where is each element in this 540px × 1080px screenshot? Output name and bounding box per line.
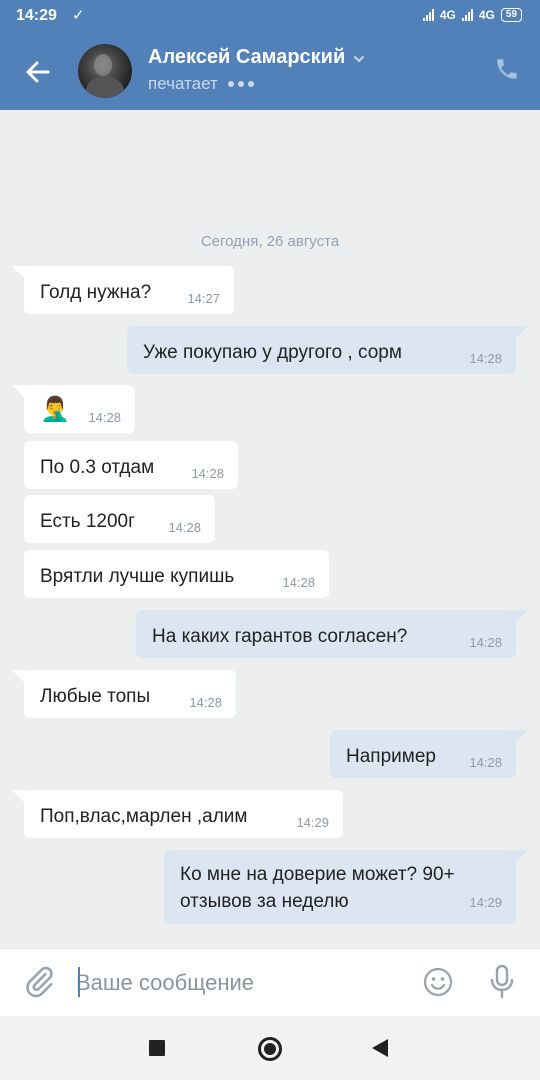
message-time: 14:29 <box>469 895 502 910</box>
avatar-silhouette-body <box>86 76 124 98</box>
message-time: 14:28 <box>469 755 502 770</box>
typing-dots-icon <box>227 81 254 87</box>
message-outgoing[interactable]: На каких гарантов согласен? 14:28 <box>136 610 528 658</box>
message-incoming[interactable]: Поп,влас,марлен ,алим 14:29 <box>12 790 343 838</box>
system-nav-bar <box>0 1016 540 1080</box>
battery-indicator: 59 <box>500 8 522 22</box>
message-time: 14:28 <box>189 695 222 710</box>
message-text: Ко мне на доверие может? 90+ отзывов за … <box>180 864 455 912</box>
status-time: 14:29 <box>16 7 57 24</box>
message-time: 14:28 <box>282 575 315 590</box>
message-incoming[interactable]: По 0.3 отдам 14:28 <box>24 441 238 489</box>
checkmark-icon: ✓ <box>72 7 85 24</box>
phone-icon[interactable] <box>494 56 520 82</box>
message-outgoing[interactable]: Например 14:28 <box>330 730 528 778</box>
paperclip-icon[interactable] <box>22 965 56 999</box>
message-incoming[interactable]: Любые топы 14:28 <box>12 670 236 718</box>
network-label-2: 4G <box>478 8 495 22</box>
system-back-button[interactable] <box>372 1039 388 1057</box>
network-label-1: 4G <box>439 8 456 22</box>
text-cursor <box>78 967 80 997</box>
message-text: На каких гарантов согласен? <box>152 626 408 647</box>
message-input[interactable] <box>76 961 396 1005</box>
message-text: Голд нужна? <box>40 282 152 303</box>
message-outgoing[interactable]: Уже покупаю у другого , сорм 14:28 <box>127 326 528 374</box>
message-text: Врятли лучше купишь <box>40 566 235 587</box>
contact-name: Алексей Самарский <box>148 46 346 68</box>
signal-icon <box>461 9 473 21</box>
message-incoming[interactable]: 🤦‍♂️ 14:28 <box>12 385 135 433</box>
status-text: печатает <box>148 74 218 93</box>
emoji-icon[interactable] <box>422 966 454 998</box>
message-text: Поп,влас,марлен ,алим <box>40 806 248 827</box>
message-time: 14:29 <box>296 815 329 830</box>
recent-apps-button[interactable] <box>149 1040 165 1056</box>
home-button[interactable] <box>258 1037 282 1061</box>
message-text: Уже покупаю у другого , сорм <box>143 342 402 363</box>
message-time: 14:28 <box>469 351 502 366</box>
message-text: По 0.3 отдам <box>40 457 155 478</box>
message-time: 14:28 <box>191 466 224 481</box>
message-time: 14:28 <box>469 635 502 650</box>
message-text: Например <box>346 746 436 767</box>
avatar-silhouette-face <box>94 54 112 76</box>
message-time: 14:27 <box>187 291 220 306</box>
message-time: 14:28 <box>168 520 201 535</box>
avatar[interactable] <box>78 44 132 98</box>
message-list[interactable]: Сегодня, 26 августа Голд нужна? 14:27 Уж… <box>0 110 540 948</box>
status-indicators: 4G 4G 59 <box>422 8 522 22</box>
message-composer <box>0 948 540 1016</box>
contact-title[interactable]: Алексей Самарский печатает <box>148 46 365 94</box>
microphone-icon[interactable] <box>488 964 516 1000</box>
message-emoji: 🤦‍♂️ <box>40 396 70 423</box>
date-separator: Сегодня, 26 августа <box>200 233 340 250</box>
status-bar: 14:29 ✓ 4G 4G 59 <box>0 0 540 34</box>
message-outgoing[interactable]: Ко мне на доверие может? 90+ отзывов за … <box>164 850 528 924</box>
message-incoming[interactable]: Есть 1200г 14:28 <box>24 495 215 543</box>
message-text: Любые топы <box>40 686 151 707</box>
message-incoming[interactable]: Голд нужна? 14:27 <box>12 266 234 314</box>
chevron-down-icon <box>354 55 365 62</box>
message-time: 14:28 <box>88 410 121 425</box>
contact-name-row: Алексей Самарский <box>148 46 365 69</box>
chat-header: Алексей Самарский печатает <box>0 34 540 110</box>
signal-icon <box>422 9 434 21</box>
back-arrow-icon[interactable] <box>22 56 54 88</box>
message-text: Есть 1200г <box>40 511 136 532</box>
message-incoming[interactable]: Врятли лучше купишь 14:28 <box>24 550 329 598</box>
typing-status: печатает <box>148 74 365 94</box>
